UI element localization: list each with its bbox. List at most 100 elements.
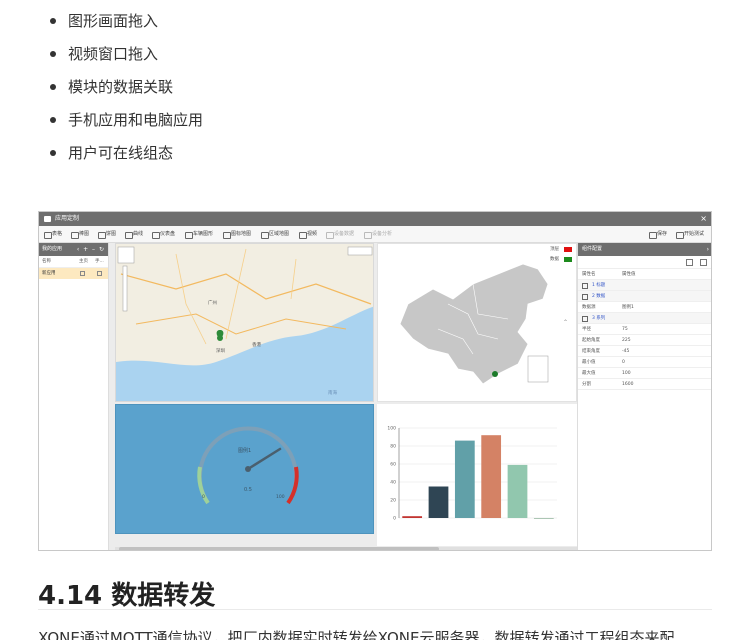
- property-key: 数据源: [582, 305, 596, 310]
- bar-chart: 0 20 40 60 80 100: [387, 426, 557, 522]
- toolbar-line-button[interactable]: 曲线: [125, 230, 143, 239]
- y-tick-label: 20: [390, 498, 396, 504]
- section-divider: [38, 609, 712, 610]
- column-header: 名称: [42, 259, 51, 264]
- gauge-min: 0: [202, 495, 205, 500]
- map-label: 广州: [208, 301, 217, 306]
- bar: [402, 516, 423, 518]
- property-key: 起始角度: [582, 338, 600, 343]
- right-panel-header: 组件配置 ›: [578, 243, 711, 256]
- legend-swatch: [564, 247, 572, 252]
- list-item: 用户可在线组态: [48, 140, 728, 173]
- y-tick-label: 80: [390, 444, 396, 450]
- property-key: 属性名: [582, 272, 596, 277]
- left-panel-controls[interactable]: ‹ + – ↻: [77, 243, 105, 256]
- group-label: 1 标题: [592, 283, 606, 288]
- property-value: 1600: [622, 382, 634, 387]
- map-drawing: [116, 244, 373, 401]
- feature-list: 图形画面拖入 视频窗口拖入 模块的数据关联 手机应用和电脑应用 用户可在线组态: [48, 8, 728, 173]
- sort-icon[interactable]: [686, 259, 693, 266]
- property-key: 最小值: [582, 360, 596, 365]
- toolbar-vehicle-button[interactable]: 车辆图形: [185, 230, 213, 239]
- scrollbar-thumb[interactable]: [119, 547, 439, 550]
- list-item: 视频窗口拖入: [48, 41, 728, 74]
- property-key: 结束角度: [582, 349, 600, 354]
- property-row[interactable]: 结束角度 -45: [578, 346, 711, 357]
- map-label: 香港: [252, 343, 261, 348]
- group-label: 2 数据: [592, 294, 606, 299]
- close-icon[interactable]: ×: [700, 212, 707, 226]
- map-label: 深圳: [216, 349, 225, 354]
- property-toolbar: [578, 256, 711, 269]
- checkbox[interactable]: [97, 271, 102, 276]
- property-group[interactable]: 1 标题: [578, 280, 711, 291]
- property-group[interactable]: 3 系列: [578, 313, 711, 324]
- toolbar-devicedata-button[interactable]: 设备数据: [326, 230, 354, 239]
- property-value: 100: [622, 371, 631, 376]
- legend-label: 数据: [550, 257, 559, 262]
- horizontal-scrollbar[interactable]: [115, 547, 577, 550]
- bar: [533, 518, 554, 519]
- gauge-value: 0.5: [244, 487, 252, 493]
- property-value: 75: [622, 327, 628, 332]
- app-title: 应用定制: [55, 215, 80, 222]
- design-canvas: 广州 深圳 香港 南海 ⌃ 顶层 数据 图例1 0.5 0 100 0 20 4…: [109, 243, 577, 550]
- property-row: 属性名 属性值: [578, 269, 711, 280]
- bar: [454, 440, 475, 518]
- list-item: 手机应用和电脑应用: [48, 107, 728, 140]
- left-panel-columns: 名称 主页 手...: [39, 256, 108, 268]
- legend-swatch: [564, 257, 572, 262]
- property-row[interactable]: 最小值 0: [578, 357, 711, 368]
- property-value: 属性值: [622, 272, 636, 277]
- app-screenshot: 应用定制 × 表格 棒图 饼图 曲线 仪表盘 车辆图形 图标地图 区域地图 视频…: [38, 211, 712, 551]
- column-header: 主页: [79, 259, 88, 264]
- filter-icon[interactable]: [700, 259, 707, 266]
- property-grid: 属性名 属性值 1 标题 2 数据 数据源 图例1 3 系列 半径 75 起始角度 22…: [578, 269, 711, 390]
- china-map-widget[interactable]: ⌃ 顶层 数据: [377, 243, 577, 402]
- toolbar-iconmap-button[interactable]: 图标地图: [223, 230, 251, 239]
- save-button[interactable]: 保存: [649, 230, 667, 239]
- toolbar-bar-button[interactable]: 棒图: [71, 230, 89, 239]
- map-widget[interactable]: 广州 深圳 香港 南海: [115, 243, 374, 402]
- start-test-button[interactable]: 开始测试: [676, 230, 704, 239]
- gauge-widget[interactable]: 图例1 0.5 0 100: [115, 404, 374, 534]
- property-row[interactable]: 分割 1600: [578, 379, 711, 390]
- column-header: 手...: [95, 259, 104, 264]
- left-panel-header: 我的应用 ‹ + – ↻: [39, 243, 108, 256]
- section-heading: 4.14 数据转发: [38, 581, 216, 611]
- svg-text:⌃: ⌃: [563, 319, 568, 326]
- property-row[interactable]: 数据源 图例1: [578, 302, 711, 313]
- toolbar-video-button[interactable]: 视频: [299, 230, 317, 239]
- gauge-max: 100: [276, 495, 285, 500]
- gauge-title: 图例1: [238, 448, 252, 454]
- y-tick-label: 40: [390, 480, 396, 486]
- property-key: 半径: [582, 327, 591, 332]
- property-group[interactable]: 2 数据: [578, 291, 711, 302]
- toolbar: 表格 棒图 饼图 曲线 仪表盘 车辆图形 图标地图 区域地图 视频 设备数据 设…: [39, 226, 711, 243]
- toolbar-deviceanalysis-button[interactable]: 设备分析: [364, 230, 392, 239]
- chevron-right-icon[interactable]: ›: [707, 243, 709, 256]
- y-tick-label: 60: [390, 462, 396, 468]
- toolbar-regionmap-button[interactable]: 区域地图: [261, 230, 289, 239]
- property-row[interactable]: 起始角度 225: [578, 335, 711, 346]
- right-panel: 组件配置 › 属性名 属性值 1 标题 2 数据 数据源 图例1 3 系列 半径 75…: [577, 243, 711, 550]
- section-paragraph: XONE通过MQTT通信协议，把厂内数据实时转发给XONE云服务器，数据转发通过…: [38, 629, 675, 640]
- app-titlebar: 应用定制 ×: [39, 212, 711, 226]
- left-panel-title: 我的应用: [42, 246, 63, 252]
- toolbar-pie-button[interactable]: 饼图: [98, 230, 116, 239]
- legend-label: 顶层: [550, 247, 559, 252]
- toolbar-gauge-button[interactable]: 仪表盘: [152, 230, 175, 239]
- toolbar-table-button[interactable]: 表格: [44, 230, 62, 239]
- bar-chart-widget[interactable]: 0 20 40 60 80 100: [377, 404, 577, 546]
- y-tick-label: 0: [393, 516, 396, 522]
- property-value: 0: [622, 360, 625, 365]
- app-list-item[interactable]: 新应用: [39, 268, 108, 279]
- cloud-icon: [44, 216, 51, 222]
- property-value: 图例1: [622, 305, 634, 310]
- y-tick-label: 100: [387, 426, 396, 432]
- left-panel: 我的应用 ‹ + – ↻ 名称 主页 手... 新应用: [39, 243, 109, 550]
- edit-icon[interactable]: [80, 271, 85, 276]
- property-row[interactable]: 最大值 100: [578, 368, 711, 379]
- property-key: 最大值: [582, 371, 596, 376]
- property-row[interactable]: 半径 75: [578, 324, 711, 335]
